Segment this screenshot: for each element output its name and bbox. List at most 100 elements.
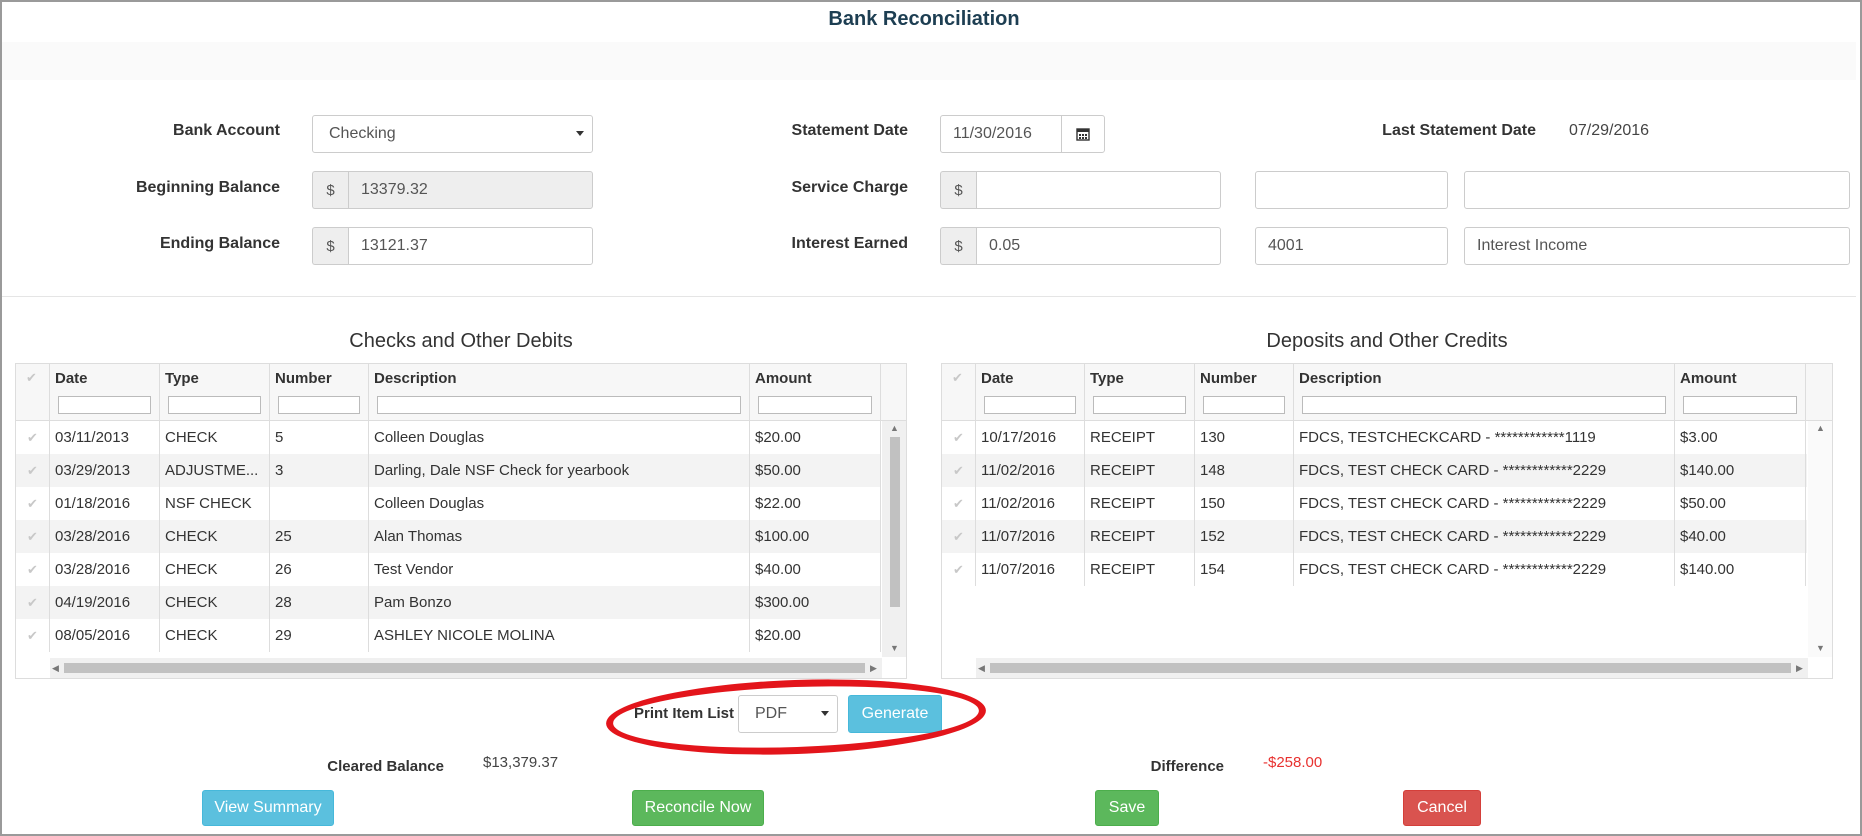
checkmark-icon[interactable]: ✔ [942, 520, 976, 553]
beginning-balance-input: 13379.32 [348, 171, 593, 209]
table-row[interactable]: ✔ 04/19/2016 CHECK 28 Pam Bonzo $300.00 [16, 586, 881, 619]
scroll-right-icon[interactable]: ▶ [870, 663, 877, 673]
select-all-checkbox[interactable]: ✔ [16, 364, 50, 420]
checkmark-icon[interactable]: ✔ [16, 586, 50, 619]
interest-account-input[interactable]: 4001 [1255, 227, 1448, 265]
column-header-date[interactable]: Date [976, 364, 1085, 420]
calendar-button[interactable] [1061, 115, 1105, 153]
view-summary-button[interactable]: View Summary [202, 790, 334, 826]
scroll-down-icon[interactable]: ▼ [1816, 643, 1825, 653]
column-header-amount[interactable]: Amount [1675, 364, 1806, 420]
column-header-description[interactable]: Description [1294, 364, 1675, 420]
filter-input-amount[interactable] [758, 396, 872, 414]
table-row[interactable]: ✔ 11/07/2016 RECEIPT 154 FDCS, TEST CHECK CA… [942, 553, 1807, 586]
checkmark-icon[interactable]: ✔ [16, 421, 50, 454]
table-cell: RECEIPT [1085, 454, 1195, 487]
currency-addon: $ [312, 171, 348, 209]
service-charge-input[interactable] [976, 171, 1221, 209]
table-cell: Colleen Douglas [369, 421, 750, 454]
scroll-thumb[interactable] [64, 663, 865, 673]
table-row[interactable]: ✔ 01/18/2016 NSF CHECK Colleen Douglas $22.0… [16, 487, 881, 520]
interest-account-name-input[interactable]: Interest Income [1464, 227, 1850, 265]
table-cell: FDCS, TESTCHECKCARD - ************1119 [1294, 421, 1675, 454]
table-cell: 03/28/2016 [50, 553, 160, 586]
table-row[interactable]: ✔ 11/02/2016 RECEIPT 148 FDCS, TEST CHECK CA… [942, 454, 1807, 487]
table-row[interactable]: ✔ 03/28/2016 CHECK 25 Alan Thomas $100.00 [16, 520, 881, 553]
column-header-amount[interactable]: Amount [750, 364, 881, 420]
last-statement-date-label: Last Statement Date [1382, 122, 1536, 139]
filter-input-date[interactable] [984, 396, 1076, 414]
scroll-thumb[interactable] [990, 663, 1791, 673]
table-cell: 03/11/2013 [50, 421, 160, 454]
deposits-grid-header: ✔ Date Type Number Description Amount [942, 364, 1832, 421]
column-header-number[interactable]: Number [270, 364, 369, 420]
filter-input-date[interactable] [58, 396, 151, 414]
checkmark-icon[interactable]: ✔ [16, 553, 50, 586]
table-row[interactable]: ✔ 11/02/2016 RECEIPT 150 FDCS, TEST CHECK CA… [942, 487, 1807, 520]
table-cell: FDCS, TEST CHECK CARD - ************2229 [1294, 487, 1675, 520]
filter-input-number[interactable] [278, 396, 360, 414]
checks-vertical-scrollbar[interactable]: ▲ ▼ [882, 421, 906, 657]
select-all-checkbox[interactable]: ✔ [942, 364, 976, 420]
table-row[interactable]: ✔ 11/07/2016 RECEIPT 152 FDCS, TEST CHECK CA… [942, 520, 1807, 553]
checks-horizontal-scrollbar[interactable]: ◀ ▶ [50, 658, 882, 678]
deposits-horizontal-scrollbar[interactable]: ◀ ▶ [976, 658, 1808, 678]
checkmark-icon[interactable]: ✔ [16, 619, 50, 652]
checkmark-icon[interactable]: ✔ [16, 487, 50, 520]
difference-value: -$258.00 [1263, 754, 1323, 771]
deposits-vertical-scrollbar[interactable]: ▲ ▼ [1808, 421, 1832, 657]
filter-input-number[interactable] [1203, 396, 1285, 414]
scroll-up-icon[interactable]: ▲ [890, 423, 899, 433]
table-cell: CHECK [160, 619, 270, 652]
cancel-button[interactable]: Cancel [1403, 790, 1481, 826]
table-cell: RECEIPT [1085, 421, 1195, 454]
table-cell: Colleen Douglas [369, 487, 750, 520]
service-charge-account-name-input[interactable] [1464, 171, 1850, 209]
column-header-label: Date [55, 370, 88, 387]
table-cell: $40.00 [1675, 520, 1806, 553]
table-row[interactable]: ✔ 03/29/2013 ADJUSTME... 3 Darling, Dale NSF… [16, 454, 881, 487]
column-header-type[interactable]: Type [160, 364, 270, 420]
column-header-label: Number [275, 370, 332, 387]
table-cell: 130 [1195, 421, 1294, 454]
ending-balance-input[interactable]: 13121.37 [348, 227, 593, 265]
checkmark-icon[interactable]: ✔ [942, 553, 976, 586]
checkmark-icon[interactable]: ✔ [942, 454, 976, 487]
checks-grid: ✔ Date Type Number Description Amount ✔ 0… [15, 363, 907, 679]
column-header-description[interactable]: Description [369, 364, 750, 420]
table-row[interactable]: ✔ 10/17/2016 RECEIPT 130 FDCS, TESTCHECKCARD… [942, 421, 1807, 454]
checkmark-icon[interactable]: ✔ [942, 421, 976, 454]
bank-account-select[interactable]: Checking [312, 115, 593, 153]
reconcile-now-button[interactable]: Reconcile Now [632, 790, 764, 826]
checkmark-icon[interactable]: ✔ [942, 487, 976, 520]
filter-input-description[interactable] [1302, 396, 1666, 414]
save-button[interactable]: Save [1095, 790, 1159, 826]
table-row[interactable]: ✔ 03/28/2016 CHECK 26 Test Vendor $40.00 [16, 553, 881, 586]
filter-input-type[interactable] [168, 396, 261, 414]
checkmark-icon[interactable]: ✔ [16, 454, 50, 487]
scroll-left-icon[interactable]: ◀ [978, 663, 985, 673]
filter-input-amount[interactable] [1683, 396, 1797, 414]
scroll-left-icon[interactable]: ◀ [52, 663, 59, 673]
scroll-thumb[interactable] [890, 437, 900, 607]
checks-grid-body: ✔ 03/11/2013 CHECK 5 Colleen Douglas $20.00 ✔ 0… [16, 421, 881, 657]
checkmark-icon[interactable]: ✔ [16, 520, 50, 553]
deposits-grid-body: ✔ 10/17/2016 RECEIPT 130 FDCS, TESTCHECKCARD… [942, 421, 1807, 657]
table-row[interactable]: ✔ 03/11/2013 CHECK 5 Colleen Douglas $20.00 [16, 421, 881, 454]
statement-date-input[interactable]: 11/30/2016 [940, 115, 1062, 153]
column-header-number[interactable]: Number [1195, 364, 1294, 420]
toolbar-band [2, 42, 1856, 80]
scroll-up-icon[interactable]: ▲ [1816, 423, 1825, 433]
filter-input-type[interactable] [1093, 396, 1186, 414]
table-cell: Test Vendor [369, 553, 750, 586]
column-header-date[interactable]: Date [50, 364, 160, 420]
scroll-right-icon[interactable]: ▶ [1796, 663, 1803, 673]
service-charge-account-input[interactable] [1255, 171, 1448, 209]
scroll-down-icon[interactable]: ▼ [890, 643, 899, 653]
column-header-type[interactable]: Type [1085, 364, 1195, 420]
filter-input-description[interactable] [377, 396, 741, 414]
interest-earned-input[interactable]: 0.05 [976, 227, 1221, 265]
table-row[interactable]: ✔ 08/05/2016 CHECK 29 ASHLEY NICOLE MOLINA $2… [16, 619, 881, 652]
table-cell: $140.00 [1675, 553, 1806, 586]
table-cell: 01/18/2016 [50, 487, 160, 520]
